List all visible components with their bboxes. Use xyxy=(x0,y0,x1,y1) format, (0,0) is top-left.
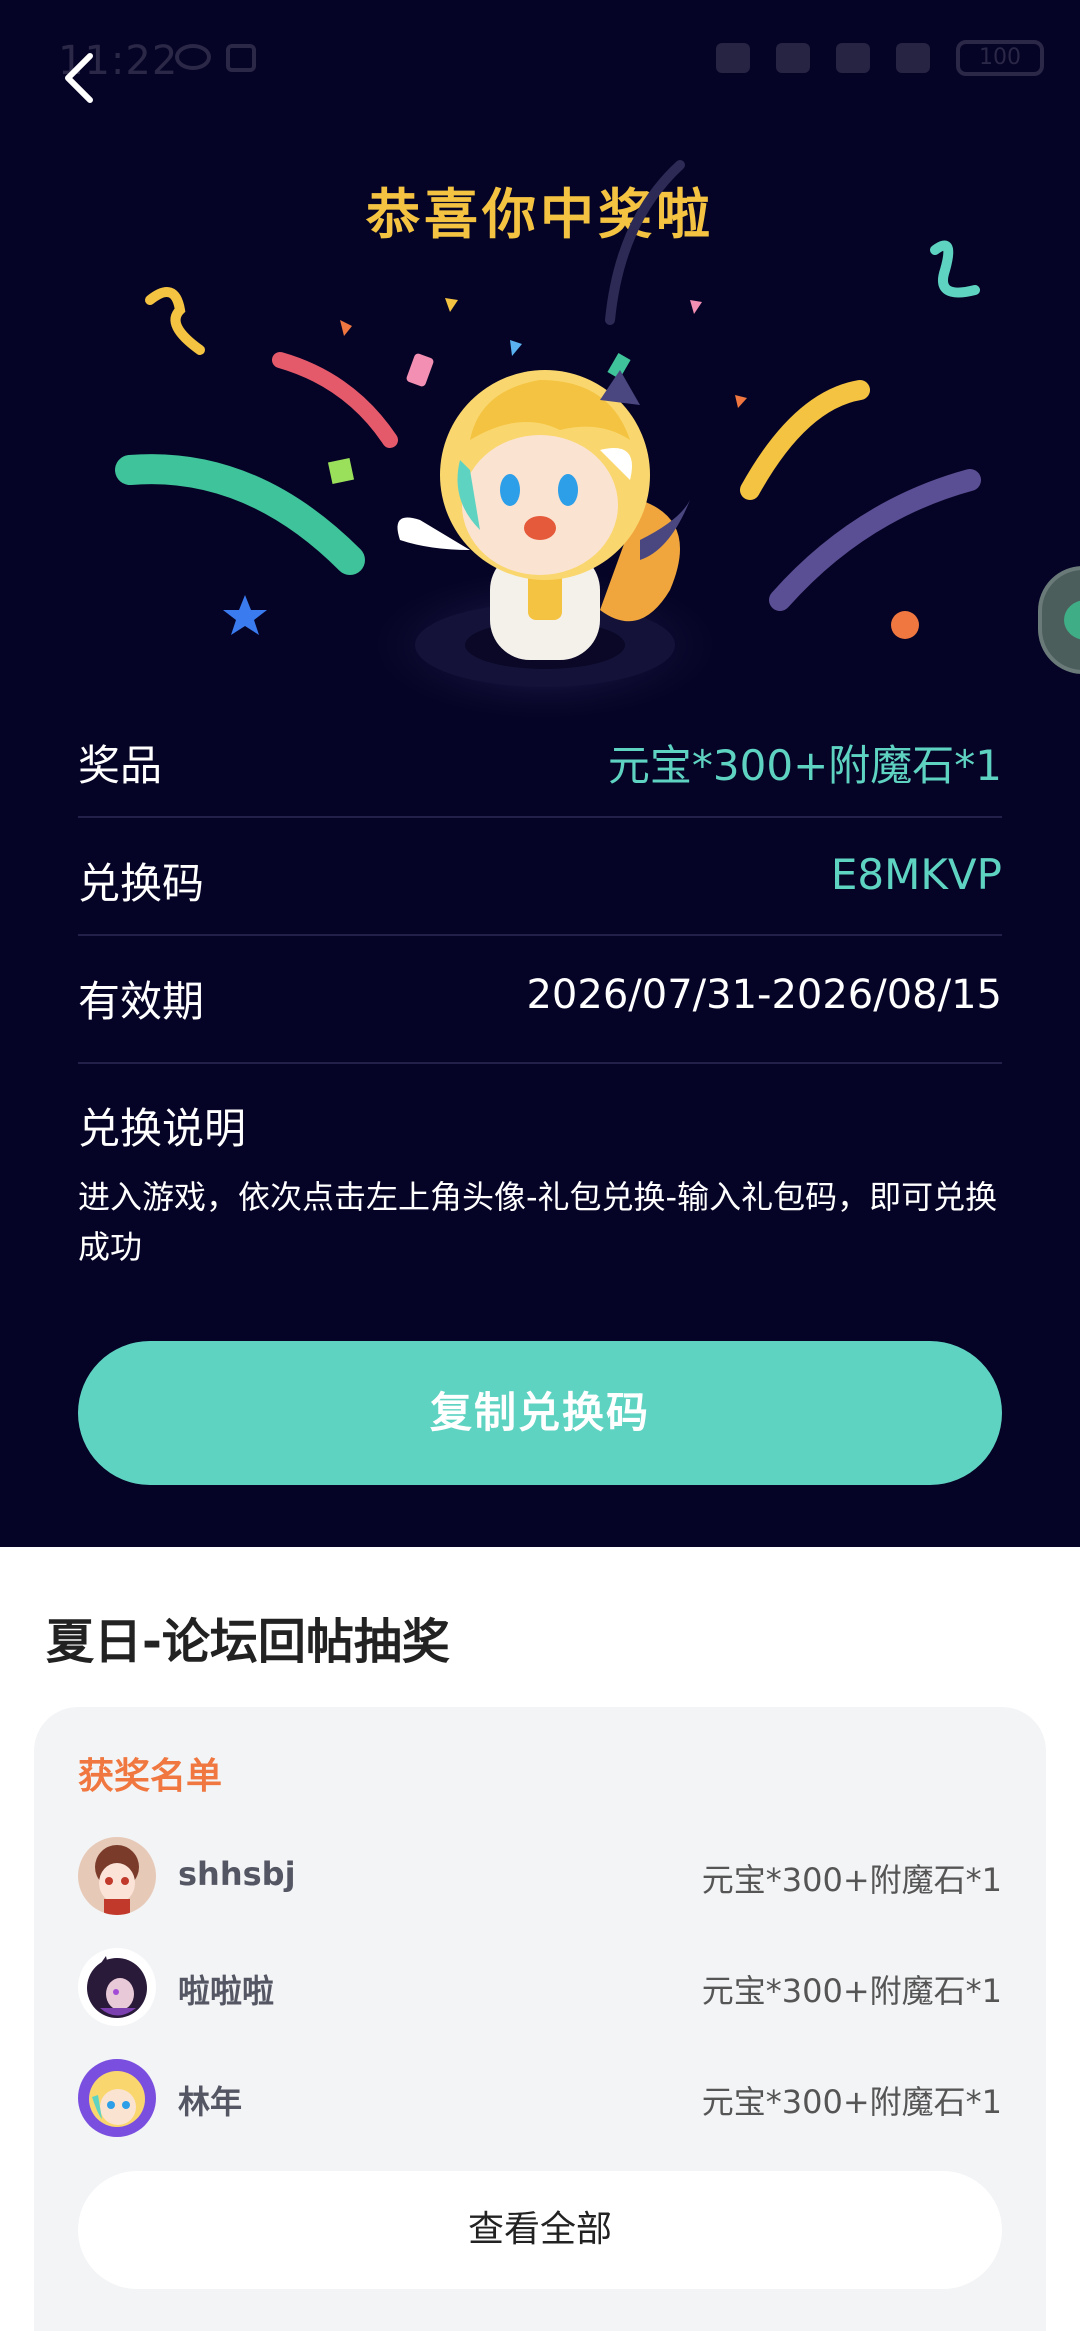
view-all-button[interactable]: 查看全部 xyxy=(78,2171,1002,2289)
status-icons: 100 xyxy=(716,40,1044,76)
validity-value: 2026/07/31-2026/08/15 xyxy=(526,972,1002,1018)
winner-name: shhsbj xyxy=(178,1855,296,1893)
winner-item[interactable]: 啦啦啦 元宝*300+附魔石*1 xyxy=(78,1948,1002,2028)
winners-title: 获奖名单 xyxy=(78,1756,223,1797)
instructions-text: 进入游戏，依次点击左上角头像-礼包兑换-输入礼包码，即可兑换成功 xyxy=(78,1178,998,1266)
code-row: 兑换码 E8MKVP xyxy=(78,818,1002,936)
event-title: 夏日-论坛回帖抽奖 xyxy=(46,1614,450,1670)
signal-icon xyxy=(896,43,930,73)
prize-row: 奖品 元宝*300+附魔石*1 xyxy=(78,700,1002,818)
message-icon xyxy=(226,44,256,72)
prize-panel: 11:22 100 恭喜你中奖啦 奖品 元宝*300+附魔石*1 兑换码 E8M… xyxy=(0,0,1080,1547)
wifi-icon xyxy=(776,43,810,73)
battery-icon: 100 xyxy=(956,40,1044,76)
avatar xyxy=(78,2059,156,2137)
status-bar: 11:22 100 xyxy=(0,0,1080,120)
signal-icon xyxy=(836,43,870,73)
prize-label: 奖品 xyxy=(78,741,163,790)
winner-item[interactable]: 林年 元宝*300+附魔石*1 xyxy=(78,2059,1002,2139)
instructions-title: 兑换说明 xyxy=(78,1104,247,1153)
winner-name: 啦啦啦 xyxy=(178,1972,275,2010)
prize-value: 元宝*300+附魔石*1 xyxy=(607,741,1002,790)
code-value[interactable]: E8MKVP xyxy=(831,850,1002,899)
code-label: 兑换码 xyxy=(78,859,205,908)
celebration-illustration xyxy=(115,160,981,725)
winner-prize: 元宝*300+附魔石*1 xyxy=(701,1972,1002,2010)
winner-prize: 元宝*300+附魔石*1 xyxy=(701,1861,1002,1899)
winner-prize: 元宝*300+附魔石*1 xyxy=(701,2083,1002,2121)
winner-item[interactable]: shhsbj 元宝*300+附魔石*1 xyxy=(78,1837,1002,1917)
validity-label: 有效期 xyxy=(78,977,205,1026)
back-arrow-icon[interactable] xyxy=(52,48,112,108)
chat-icon xyxy=(1064,600,1080,640)
winner-name: 林年 xyxy=(178,2083,243,2121)
alarm-icon xyxy=(716,43,750,73)
validity-row: 有效期 2026/07/31-2026/08/15 xyxy=(78,936,1002,1064)
eye-icon xyxy=(175,44,211,70)
winners-card: 获奖名单 shhsbj 元宝*300+附魔石*1 啦啦啦 元宝*300+附魔石*… xyxy=(34,1707,1046,2331)
avatar xyxy=(78,1837,156,1915)
copy-code-button[interactable]: 复制兑换码 xyxy=(78,1341,1002,1485)
avatar xyxy=(78,1948,156,2026)
